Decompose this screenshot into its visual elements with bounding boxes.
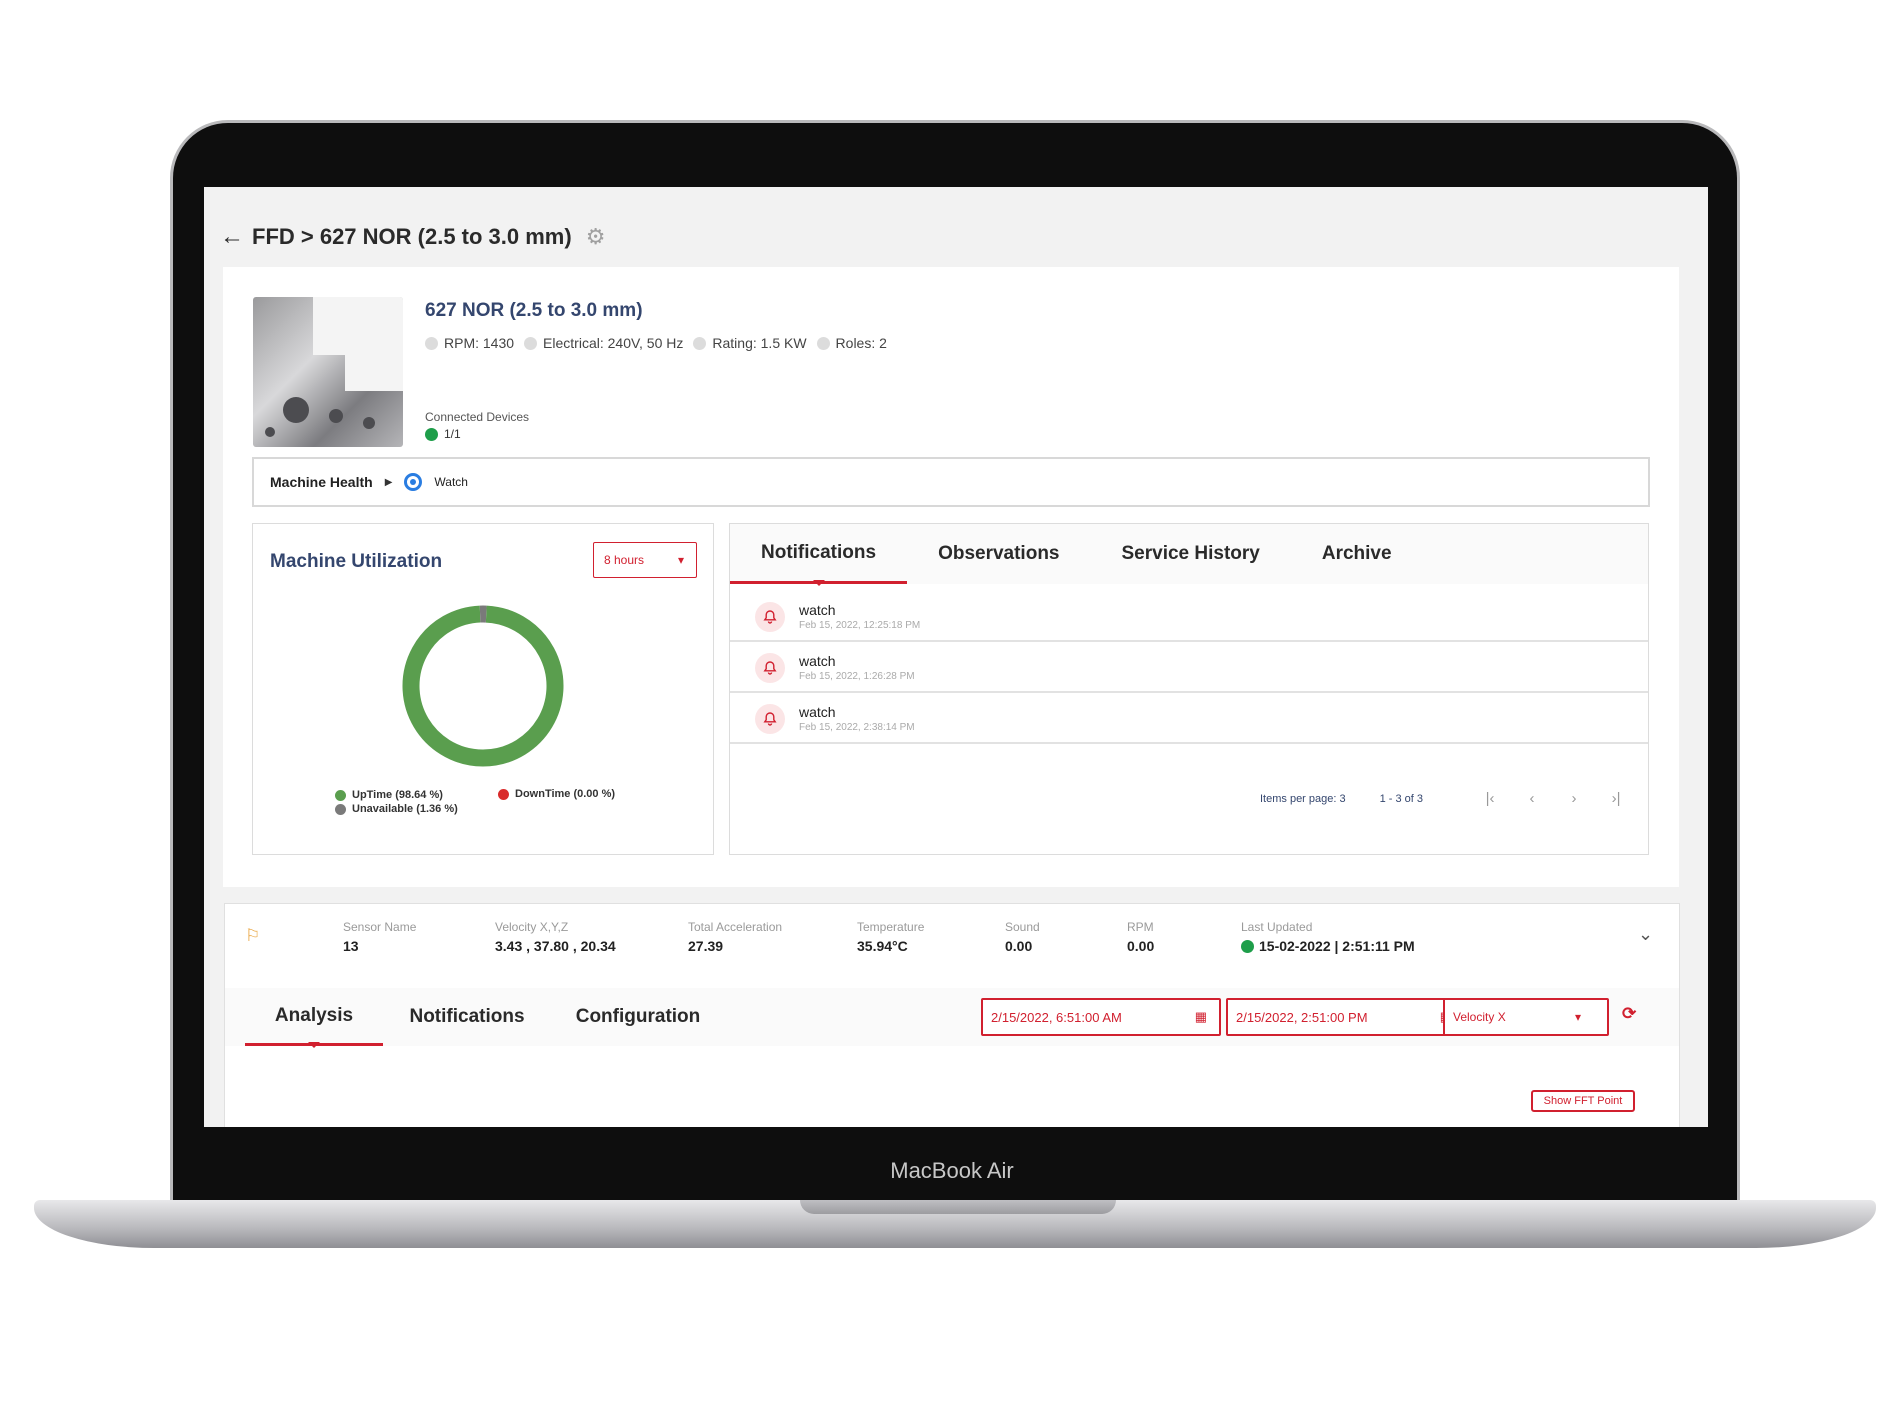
paginator: Items per page: 3 1 - 3 of 3 |‹ ‹ › ›| <box>1260 790 1637 807</box>
utilization-donut-chart <box>402 605 564 767</box>
donut-slice-uptime <box>402 605 564 767</box>
tab-observations[interactable]: Observations <box>907 524 1090 584</box>
metric-temperature: Temperature 35.94°C <box>857 920 925 954</box>
bell-icon <box>755 703 785 734</box>
back-arrow-icon[interactable]: ← <box>220 223 244 251</box>
notification-item[interactable]: watch Feb 15, 2022, 1:26:28 PM <box>730 644 1648 693</box>
tab-archive[interactable]: Archive <box>1291 524 1423 584</box>
device-brand-label: MacBook Air <box>890 1158 1014 1183</box>
legend-uptime: UpTime (98.64 %) <box>335 788 458 802</box>
prev-page-icon[interactable]: ‹ <box>1511 790 1553 807</box>
spec-rpm: RPM: 1430 <box>425 335 514 351</box>
status-dot <box>425 427 438 441</box>
utilization-legend: UpTime (98.64 %) Unavailable (1.36 %) <box>335 788 458 816</box>
spec-electrical: Electrical: 240V, 50 Hz <box>524 335 683 351</box>
show-fft-point-button[interactable]: Show FFT Point <box>1531 1090 1635 1112</box>
notification-title: watch <box>799 704 836 720</box>
legend-unavailable: Unavailable (1.36 %) <box>335 802 458 816</box>
connected-devices-value: 1/1 <box>425 427 461 441</box>
app-screen: ← FFD > 627 NOR (2.5 to 3.0 mm) ⚙ 627 NO… <box>204 187 1708 1127</box>
page-header: ← FFD > 627 NOR (2.5 to 3.0 mm) ⚙ <box>220 223 605 251</box>
tab-sensor-notifications[interactable]: Notifications <box>383 988 551 1046</box>
notification-item[interactable]: watch Feb 15, 2022, 2:38:14 PM <box>730 695 1648 744</box>
machine-health-label: Machine Health <box>270 474 373 490</box>
breadcrumb: FFD > 627 NOR (2.5 to 3.0 mm) <box>252 224 572 249</box>
watch-status-icon <box>404 473 423 491</box>
page-range: 1 - 3 of 3 <box>1379 792 1424 805</box>
utilization-title: Machine Utilization <box>270 551 443 572</box>
sensor-tabs: Analysis Notifications Configuration 2/1… <box>225 988 1679 1046</box>
notification-title: watch <box>799 653 836 669</box>
metric-total-acceleration: Total Acceleration 27.39 <box>688 920 783 954</box>
refresh-icon[interactable]: ⟳ <box>1622 1004 1636 1024</box>
first-page-icon[interactable]: |‹ <box>1469 790 1511 807</box>
status-dot <box>1241 939 1254 953</box>
start-date-input[interactable]: 2/15/2022, 6:51:00 AM ▦ <box>981 998 1221 1036</box>
bell-icon <box>755 601 785 632</box>
notifications-tabs: Notifications Observations Service Histo… <box>730 524 1648 584</box>
time-range-select[interactable]: 8 hours ▾ <box>593 542 697 578</box>
end-date-input[interactable]: 2/15/2022, 2:51:00 PM ▦ <box>1226 998 1466 1036</box>
gear-icon[interactable]: ⚙ <box>586 224 606 250</box>
machine-specs: RPM: 1430 Electrical: 240V, 50 Hz Rating… <box>425 335 887 351</box>
sensor-card: ⚐ Sensor Name 13 Velocity X,Y,Z 3.43 , 3… <box>224 903 1680 1127</box>
notifications-card: Notifications Observations Service Histo… <box>729 523 1649 855</box>
tab-service-history[interactable]: Service History <box>1091 524 1291 584</box>
machine-overview-card: 627 NOR (2.5 to 3.0 mm) RPM: 1430 Electr… <box>223 267 1679 887</box>
metric-rpm: RPM 0.00 <box>1127 920 1155 954</box>
machine-name: 627 NOR (2.5 to 3.0 mm) <box>425 300 643 321</box>
machine-utilization-card: Machine Utilization 8 hours ▾ UpTime (98… <box>252 523 714 855</box>
notification-time: Feb 15, 2022, 1:26:28 PM <box>799 671 915 682</box>
items-per-page[interactable]: Items per page: 3 <box>1260 793 1346 805</box>
spec-roles: Roles: 2 <box>816 335 887 351</box>
notification-item[interactable]: watch Feb 15, 2022, 12:25:18 PM <box>730 593 1648 642</box>
caret-down-icon: ▾ <box>1574 1010 1581 1024</box>
flag-icon[interactable]: ⚐ <box>245 926 260 946</box>
notification-title: watch <box>799 602 836 618</box>
laptop-hinge-notch <box>800 1200 1116 1214</box>
machine-image <box>253 297 403 447</box>
metric-last-updated: Last Updated 15-02-2022 | 2:51:11 PM <box>1241 920 1415 954</box>
tab-analysis[interactable]: Analysis <box>245 988 383 1046</box>
legend-downtime: DownTime (0.00 %) <box>498 788 615 800</box>
last-page-icon[interactable]: ›| <box>1595 790 1637 807</box>
chevron-down-icon[interactable]: ⌄ <box>1638 924 1653 945</box>
health-status: Watch <box>434 475 468 489</box>
tab-configuration[interactable]: Configuration <box>551 988 725 1046</box>
notification-time: Feb 15, 2022, 12:25:18 PM <box>799 620 921 631</box>
metric-sensor-name: Sensor Name 13 <box>343 920 417 954</box>
spec-rating: Rating: 1.5 KW <box>693 335 807 351</box>
bell-icon <box>755 652 785 683</box>
caret-down-icon: ▾ <box>677 553 684 567</box>
next-page-icon[interactable]: › <box>1553 790 1595 807</box>
connected-devices-label: Connected Devices <box>425 410 530 424</box>
notification-time: Feb 15, 2022, 2:38:14 PM <box>799 722 915 733</box>
tab-notifications[interactable]: Notifications <box>730 524 908 584</box>
caret-right-icon: ▶ <box>384 476 393 488</box>
metric-sound: Sound 0.00 <box>1005 920 1040 954</box>
machine-health-bar[interactable]: Machine Health ▶ Watch <box>252 457 1650 507</box>
calendar-icon: ▦ <box>1194 1009 1207 1024</box>
axis-select[interactable]: Velocity X ▾ <box>1443 998 1609 1036</box>
metric-velocity: Velocity X,Y,Z 3.43 , 37.80 , 20.34 <box>495 920 616 954</box>
